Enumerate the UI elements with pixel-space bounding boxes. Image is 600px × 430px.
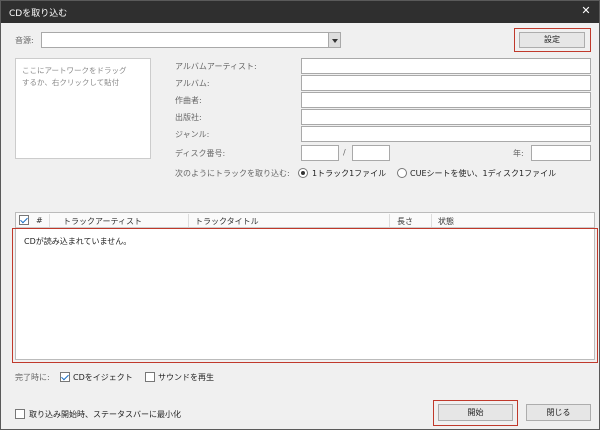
rip-mode-cue-radio[interactable] xyxy=(397,168,407,178)
disc-number-label: ディスク番号: xyxy=(175,149,226,158)
genre-label: ジャンル: xyxy=(175,130,210,139)
start-button[interactable]: 開始 xyxy=(438,404,513,421)
publisher-field[interactable] xyxy=(301,109,591,125)
album-label: アルバム: xyxy=(175,79,210,88)
track-list-highlight xyxy=(12,228,598,363)
composer-label: 作曲者: xyxy=(175,96,202,105)
window-title: CDを取り込む xyxy=(9,9,68,19)
play-sound-label: サウンドを再生 xyxy=(158,373,214,382)
column-number[interactable]: # xyxy=(36,216,43,225)
column-track-title[interactable]: トラックタイトル xyxy=(195,216,259,227)
column-status[interactable]: 状態 xyxy=(438,216,454,227)
play-sound-checkbox[interactable] xyxy=(145,372,155,382)
settings-button[interactable]: 設定 xyxy=(519,32,585,48)
disc-number-field[interactable] xyxy=(301,145,339,161)
close-icon[interactable]: ✕ xyxy=(579,4,593,18)
minimize-on-start-label: 取り込み開始時、ステータスバーに最小化 xyxy=(29,410,181,419)
close-button[interactable]: 閉じる xyxy=(526,404,591,421)
year-field[interactable] xyxy=(531,145,591,161)
publisher-label: 出版社: xyxy=(175,113,202,122)
eject-label: CDをイジェクト xyxy=(73,373,133,382)
album-field[interactable] xyxy=(301,75,591,91)
source-label: 音源: xyxy=(15,36,34,45)
title-bar: CDを取り込む ✕ xyxy=(1,1,599,23)
chevron-down-icon xyxy=(328,33,340,47)
column-length[interactable]: 長さ xyxy=(397,216,413,227)
minimize-on-start-checkbox[interactable] xyxy=(15,409,25,419)
artwork-drop-area[interactable]: ここにアートワークをドラッグするか、右クリックして貼付 xyxy=(15,58,151,159)
column-divider[interactable] xyxy=(49,214,50,227)
disc-separator: / xyxy=(343,148,346,157)
column-divider[interactable] xyxy=(431,214,432,227)
select-all-checkbox[interactable] xyxy=(19,215,29,225)
disc-total-field[interactable] xyxy=(352,145,390,161)
album-artist-field[interactable] xyxy=(301,58,591,74)
column-track-artist[interactable]: トラックアーティスト xyxy=(63,216,142,227)
artwork-placeholder: ここにアートワークをドラッグするか、右クリックして貼付 xyxy=(22,66,127,87)
source-dropdown[interactable] xyxy=(41,32,341,48)
rip-mode-cue-label: CUEシートを使い、1ディスク1ファイル xyxy=(410,169,557,178)
rip-mode-label: 次のようにトラックを取り込む: xyxy=(175,169,290,178)
rip-cd-dialog: CDを取り込む ✕ 音源: 設定 ここにアートワークをドラッグするか、右クリック… xyxy=(0,0,600,430)
track-table-header: # トラックアーティスト トラックタイトル 長さ 状態 xyxy=(16,213,594,228)
column-divider[interactable] xyxy=(188,214,189,227)
eject-checkbox[interactable] xyxy=(60,372,70,382)
composer-field[interactable] xyxy=(301,92,591,108)
album-artist-label: アルバムアーティスト: xyxy=(175,62,257,71)
genre-field[interactable] xyxy=(301,126,591,142)
rip-mode-per-track-radio[interactable] xyxy=(298,168,308,178)
rip-mode-per-track-label: 1トラック1ファイル xyxy=(312,169,387,178)
year-label: 年: xyxy=(513,149,524,158)
on-complete-label: 完了時に: xyxy=(15,373,50,382)
column-divider[interactable] xyxy=(389,214,390,227)
